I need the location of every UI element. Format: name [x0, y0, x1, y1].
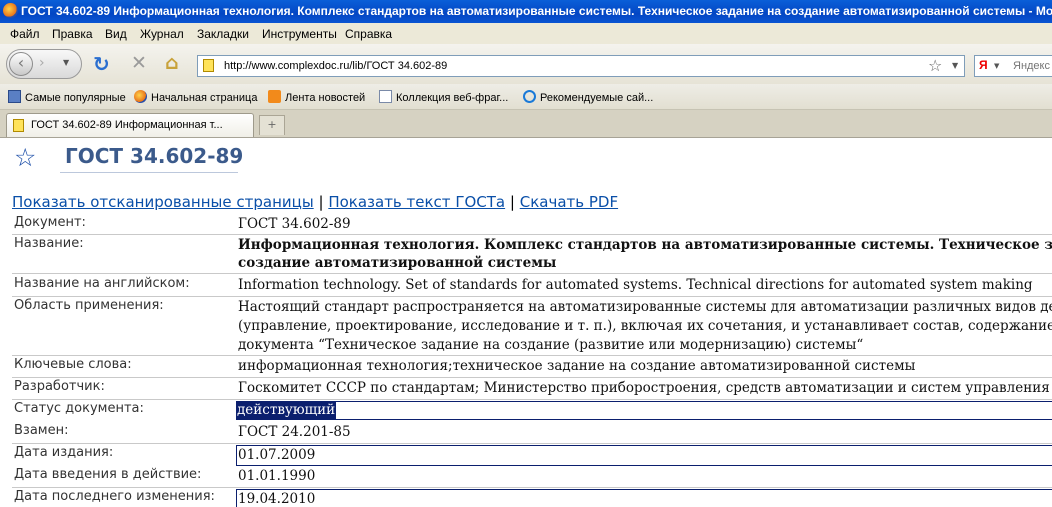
field-label: Название на английском: [14, 276, 190, 291]
field-value: информационная технология;техническое за… [238, 358, 916, 374]
field-label: Документ: [14, 215, 86, 230]
selection-outline [236, 401, 1052, 420]
bookmarks-toolbar: Самые популярные Начальная страница Лент… [0, 84, 1052, 110]
status-value: действующий [236, 401, 337, 420]
bookmark-star-icon[interactable]: ☆ [928, 56, 942, 75]
field-row-scope: Область применения: Настоящий стандарт р… [12, 298, 1052, 356]
search-bar[interactable]: Я ▼ [974, 55, 1052, 77]
field-label: Дата издания: [14, 445, 114, 460]
action-links: Показать отсканированные страницы | Пока… [12, 193, 618, 211]
field-value: 01.07.2009 [236, 445, 1052, 466]
menu-history[interactable]: Журнал [140, 27, 184, 41]
field-row-document: Документ: ГОСТ 34.602-89 [12, 215, 1052, 235]
url-input[interactable] [224, 58, 914, 74]
back-button[interactable]: ‹ [9, 52, 33, 76]
field-label: Дата введения в действие: [14, 467, 202, 482]
menu-file[interactable]: Файл [10, 27, 40, 41]
show-scanned-pages-link[interactable]: Показать отсканированные страницы [12, 193, 314, 211]
url-dropdown-icon[interactable]: ▼ [952, 61, 958, 70]
field-row-publication-date: Дата издания: 01.07.2009 [12, 445, 1052, 466]
tab-strip: ГОСТ 34.602-89 Информационная т... + [0, 110, 1052, 138]
field-value-line: Информационная технология. Комплекс стан… [238, 237, 1052, 253]
field-label: Область применения: [14, 298, 164, 313]
field-value-line: (управление, проектирование, исследовани… [238, 318, 1052, 334]
back-forward-group: ‹ › ▼ [6, 49, 82, 79]
rss-feed-icon [268, 90, 281, 103]
field-value-line: создание автоматизированной системы [238, 255, 557, 271]
field-value: ГОСТ 34.602-89 [238, 216, 351, 232]
new-tab-button[interactable]: + [259, 115, 285, 135]
link-separator: | [509, 193, 515, 211]
yandex-icon[interactable]: Я [979, 58, 988, 72]
field-value: 01.01.1990 [238, 468, 316, 484]
field-row-english-name: Название на английском: Information tech… [12, 276, 1052, 297]
download-pdf-link[interactable]: Скачать PDF [520, 193, 618, 211]
field-value: ГОСТ 24.201-85 [238, 424, 351, 440]
reload-icon[interactable]: ↻ [93, 52, 110, 76]
page-icon [13, 119, 24, 132]
menu-help[interactable]: Справка [345, 27, 392, 41]
show-gost-text-link[interactable]: Показать текст ГОСТа [328, 193, 505, 211]
title-divider [60, 172, 238, 173]
forward-button[interactable]: › [39, 55, 45, 71]
favorite-star-icon[interactable]: ☆ [14, 144, 36, 172]
menu-edit[interactable]: Правка [52, 27, 93, 41]
field-row-developer: Разработчик: Госкомитет СССР по стандарт… [12, 379, 1052, 400]
page-icon [203, 59, 214, 72]
field-value: 19.04.2010 [236, 489, 1052, 507]
field-value-line: Настоящий стандарт распространяется на а… [238, 299, 1052, 315]
firefox-icon [134, 90, 147, 103]
field-label: Название: [14, 236, 84, 251]
field-row-effective-date: Дата введения в действие: 01.01.1990 [12, 467, 1052, 488]
field-label: Взамен: [14, 423, 69, 438]
menu-bar: Файл Правка Вид Журнал Закладки Инструме… [0, 23, 1052, 44]
bookmark-folder-icon [8, 90, 21, 103]
menu-tools[interactable]: Инструменты [262, 27, 337, 41]
menu-view[interactable]: Вид [105, 27, 127, 41]
bookmark-news-feed[interactable]: Лента новостей [268, 90, 365, 104]
field-value-line: документа “Техническое задание на создан… [238, 337, 864, 353]
bookmark-web-slices[interactable]: Коллекция веб-фраг... [379, 90, 508, 104]
field-value: Information technology. Set of standards… [238, 277, 1033, 293]
page-title: ГОСТ 34.602-89 [65, 144, 244, 168]
search-input[interactable] [1013, 58, 1052, 74]
window-titlebar: ГОСТ 34.602-89 Информационная технология… [0, 0, 1052, 23]
field-label: Дата последнего изменения: [14, 489, 215, 504]
link-separator: | [318, 193, 324, 211]
field-row-replaces: Взамен: ГОСТ 24.201-85 [12, 423, 1052, 444]
field-label: Разработчик: [14, 379, 105, 394]
search-engine-dropdown-icon[interactable]: ▼ [994, 62, 999, 70]
bookmark-most-visited[interactable]: Самые популярные [8, 90, 126, 104]
navigation-toolbar: ‹ › ▼ ↻ ✕ ⌂ ☆ ▼ Я ▼ [0, 44, 1052, 84]
home-icon[interactable]: ⌂ [165, 52, 179, 74]
field-value: Госкомитет СССР по стандартам; Министерс… [238, 380, 1052, 396]
ie-icon [523, 90, 536, 103]
field-row-name: Название: Информационная технология. Ком… [12, 236, 1052, 274]
bookmark-suggested-sites[interactable]: Рекомендуемые сай... [523, 90, 653, 104]
tab-gost[interactable]: ГОСТ 34.602-89 Информационная т... [6, 113, 254, 137]
address-bar[interactable]: ☆ ▼ [197, 55, 965, 77]
stop-icon[interactable]: ✕ [131, 52, 147, 74]
field-row-status: Статус документа: действующий [12, 401, 1052, 421]
bookmark-start-page[interactable]: Начальная страница [134, 90, 257, 104]
field-row-last-modified: Дата последнего изменения: 19.04.2010 [12, 489, 1052, 507]
menu-bookmarks[interactable]: Закладки [197, 27, 249, 41]
field-label: Ключевые слова: [14, 357, 132, 372]
firefox-icon [3, 3, 18, 18]
window-title: ГОСТ 34.602-89 Информационная технология… [21, 4, 1052, 18]
history-dropdown-icon[interactable]: ▼ [63, 58, 69, 67]
field-label: Статус документа: [14, 401, 144, 416]
field-row-keywords: Ключевые слова: информационная технологи… [12, 357, 1052, 378]
page-content: ☆ ГОСТ 34.602-89 Показать отсканированны… [0, 138, 1052, 507]
page-icon [379, 90, 392, 103]
